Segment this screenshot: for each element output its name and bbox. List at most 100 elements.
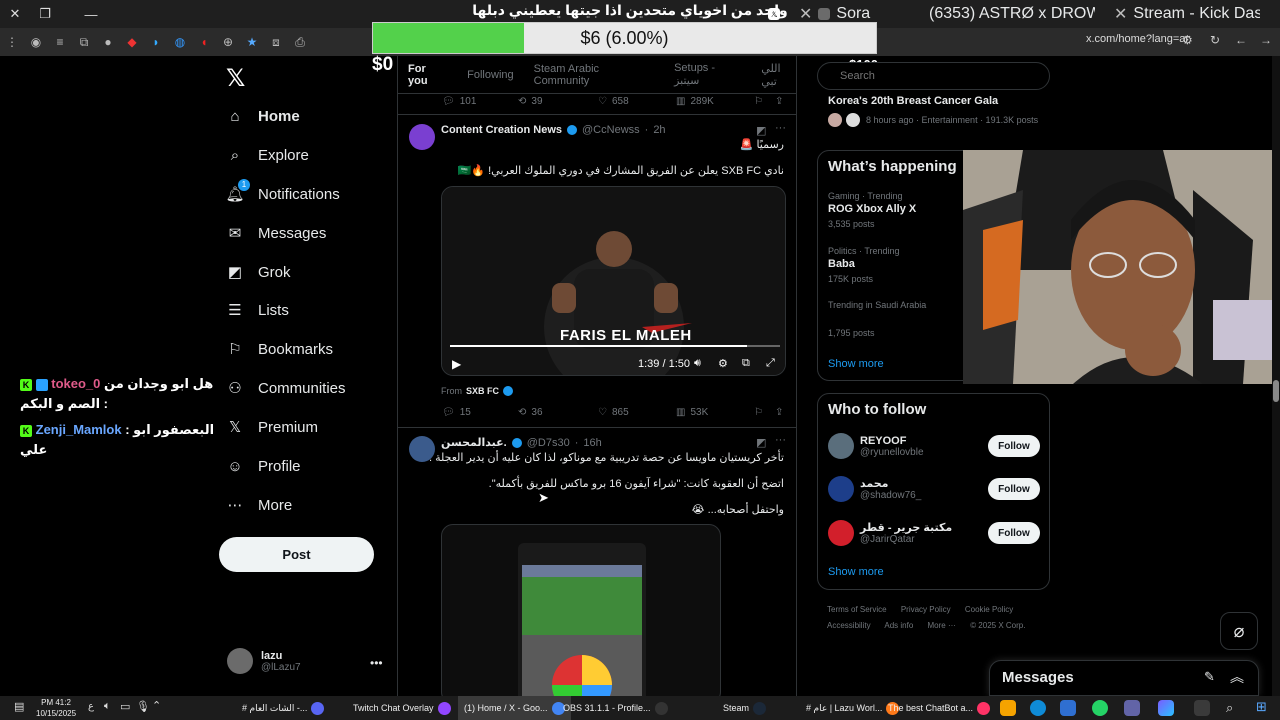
footer-link[interactable]: Ads info xyxy=(884,621,913,630)
pip-icon[interactable]: ⧉ xyxy=(742,357,750,370)
tab-setups[interactable]: Setups - سيتبز xyxy=(674,62,741,87)
address-bar[interactable]: x.com/home?lang=ar xyxy=(1086,33,1189,45)
search-icon[interactable]: ⌕ xyxy=(1226,700,1233,716)
tweet-video[interactable] xyxy=(441,524,721,696)
show-more-link[interactable]: Show more xyxy=(828,566,884,578)
account-switcher[interactable]: lazu @lLazu7 xyxy=(227,648,301,674)
show-more-link[interactable]: Show more xyxy=(828,358,884,370)
trend-title[interactable]: Korea's 20th Breast Cancer Gala xyxy=(828,95,998,107)
network-icon[interactable]: ▭ xyxy=(120,700,130,713)
volume-icon[interactable]: 🔊︎ xyxy=(694,357,701,370)
nav-item-home[interactable]: ⌂ Home xyxy=(226,98,299,134)
copilot-icon[interactable] xyxy=(1158,700,1174,716)
repost-button[interactable]: ⟲ 36 xyxy=(518,407,543,418)
nav-item-lists[interactable]: ☰ Lists xyxy=(226,292,289,328)
reply-button[interactable]: 💬︎ 15 xyxy=(442,407,471,418)
site-settings-icon[interactable]: ⚙ xyxy=(1182,33,1193,47)
nav-item-explore[interactable]: ⌕ Explore xyxy=(226,137,309,173)
taskbar-app[interactable]: Twitch Chat Overlay xyxy=(353,696,451,720)
expand-chevron-icon[interactable]: ︽ xyxy=(1230,667,1244,687)
forward-icon[interactable]: → xyxy=(1260,33,1272,47)
post-button[interactable]: Post xyxy=(219,537,374,572)
extension-icon[interactable]: ⊕ xyxy=(216,35,240,49)
tab-for-you[interactable]: For you xyxy=(408,63,447,87)
tab-kick-dashboard[interactable]: ✕ Stream - Kick Dashboard xyxy=(1100,0,1260,28)
nav-item-profile[interactable]: ☺ Profile xyxy=(226,448,300,484)
trend-name[interactable]: ROG Xbox Ally X xyxy=(828,203,916,215)
views-button[interactable]: ▥ 289K xyxy=(676,96,714,107)
file-explorer-icon[interactable] xyxy=(1000,700,1016,716)
tab-youtube[interactable]: (6353) ASTRØ x DROWN - HEL( xyxy=(915,0,1095,28)
play-icon[interactable]: ▶ xyxy=(452,357,461,371)
taskbar-app[interactable]: (1) Home / X - Goo... xyxy=(458,696,571,720)
scrollbar[interactable] xyxy=(1272,56,1280,696)
back-icon[interactable]: ← xyxy=(1235,33,1247,47)
footer-link[interactable]: Terms of Service xyxy=(827,605,887,614)
tray-chevron-icon[interactable]: ⌃ xyxy=(152,699,161,712)
follow-button[interactable]: Follow xyxy=(988,478,1040,500)
edge-icon[interactable] xyxy=(1030,700,1046,716)
extension-icon[interactable]: ◍ xyxy=(168,35,192,49)
nav-item-messages[interactable]: ✉ Messages xyxy=(226,215,327,251)
nav-item-notifications[interactable]: 🔔︎ 1 Notifications xyxy=(225,176,340,212)
more-dots-icon[interactable]: ••• xyxy=(370,656,383,670)
extension-icon[interactable]: ● xyxy=(96,35,120,49)
notification-icon[interactable]: ▤ xyxy=(14,700,24,713)
extension-icon[interactable]: ◖ xyxy=(192,35,216,49)
scrollbar-thumb[interactable] xyxy=(1273,380,1279,402)
follow-suggestion[interactable]: مكتبة جرير - قطر @JarirQatar Follow xyxy=(828,520,1040,546)
task-view-icon[interactable] xyxy=(1194,700,1210,716)
reply-button[interactable]: 💬︎ 101 xyxy=(442,96,476,107)
tweet-time[interactable]: 2h xyxy=(653,124,665,136)
taskbar-app[interactable]: OBS 31.1.1 - Profile... xyxy=(563,696,668,720)
screenshot-icon[interactable]: ⎙ xyxy=(288,35,312,50)
messages-drawer[interactable]: Messages ✎ ︽ xyxy=(989,660,1259,696)
source-name[interactable]: SXB FC xyxy=(466,386,499,396)
footer-link[interactable]: Privacy Policy xyxy=(901,605,951,614)
bookmark-icon[interactable]: ⚐ xyxy=(754,407,763,418)
minimize-window-icon[interactable]: — xyxy=(76,7,106,22)
follow-button[interactable]: Follow xyxy=(988,522,1040,544)
reading-list-icon[interactable]: ≡ xyxy=(48,35,72,49)
x-logo-icon[interactable]: 𝕏 xyxy=(226,64,245,93)
extension-icon[interactable]: ◆ xyxy=(120,35,144,49)
views-button[interactable]: ▥ 53K xyxy=(676,407,708,418)
follow-suggestion[interactable]: REYOOF @ryunellovble Follow xyxy=(828,433,1040,459)
taskbar-clock[interactable]: PM 41:2 10/15/2025 xyxy=(36,697,76,719)
nav-item-bookmarks[interactable]: ⚐ Bookmarks xyxy=(226,331,333,367)
new-message-icon[interactable]: ✎ xyxy=(1204,669,1215,685)
nav-item-more[interactable]: ⋯ More xyxy=(226,487,293,523)
grok-icon[interactable]: ◩ xyxy=(756,436,766,449)
taskbar-app[interactable]: # عام | Lazu Worl... xyxy=(806,696,900,720)
fullscreen-icon[interactable]: ⤢ xyxy=(766,357,775,370)
footer-link[interactable]: Accessibility xyxy=(827,621,871,630)
follow-suggestion[interactable]: محمد @shadow76_ Follow xyxy=(828,476,1040,502)
footer-link[interactable]: More ··· xyxy=(928,621,956,630)
author-name[interactable]: عبدالمحسن. xyxy=(441,436,507,449)
like-button[interactable]: ♡ 865 xyxy=(598,407,629,418)
like-button[interactable]: ♡ 658 xyxy=(598,96,629,107)
video-player[interactable]: FARIS EL MALEH ▶ 1:39 / 1:50 🔊︎ ⚙ ⧉ ⤢ xyxy=(441,186,786,376)
nav-item-premium[interactable]: 𝕏 Premium xyxy=(226,409,318,445)
nav-item-grok[interactable]: ◩ Grok xyxy=(226,254,291,290)
settings-icon[interactable]: ⚙ xyxy=(718,357,728,370)
tab-extra[interactable]: اللي تبي xyxy=(761,62,796,88)
follow-button[interactable]: Follow xyxy=(988,435,1040,457)
search-input[interactable] xyxy=(817,62,1050,90)
language-indicator[interactable]: ع xyxy=(88,701,94,712)
extensions-icon[interactable]: ⧉ xyxy=(72,35,96,50)
tweet-time[interactable]: 16h xyxy=(583,437,601,449)
microphone-icon[interactable]: 🎙︎ xyxy=(136,700,150,713)
footer-link[interactable]: Cookie Policy xyxy=(965,605,1013,614)
reload-icon[interactable]: ↻ xyxy=(1210,33,1220,47)
share-icon[interactable]: ⇪ xyxy=(775,96,783,107)
profile-icon[interactable]: ◉ xyxy=(24,35,48,49)
bookmark-star-icon[interactable]: ★ xyxy=(240,35,264,49)
video-scrubber[interactable] xyxy=(450,345,780,347)
speaker-icon[interactable]: 🔈︎ xyxy=(104,700,111,713)
start-menu-icon[interactable]: ⊞ xyxy=(1256,699,1267,715)
tab-steam-arabic[interactable]: Steam Arabic Community xyxy=(534,63,654,87)
outlook-icon[interactable] xyxy=(1060,700,1076,716)
teams-icon[interactable] xyxy=(1124,700,1140,716)
restore-window-icon[interactable]: ❐ xyxy=(30,6,60,22)
